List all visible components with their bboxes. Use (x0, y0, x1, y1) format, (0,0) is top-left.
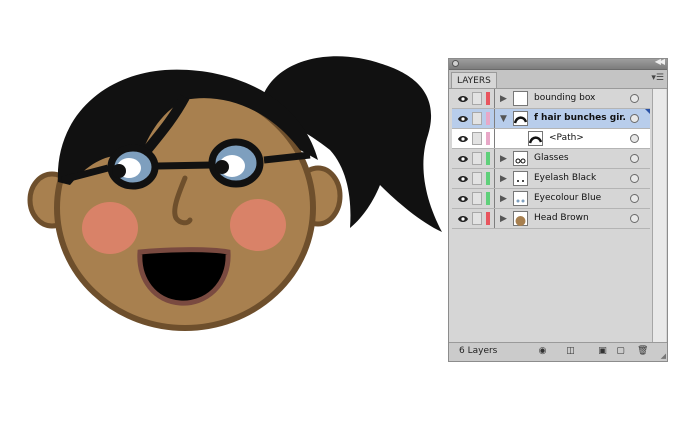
target-circle-icon[interactable] (630, 214, 639, 223)
layer-color (486, 192, 490, 205)
layer-name[interactable]: f hair bunches gir... (534, 109, 626, 128)
sublayer-row-path[interactable]: <Path> (452, 129, 650, 149)
layer-thumbnail (513, 211, 528, 226)
eye-icon[interactable] (458, 134, 468, 144)
target-circle-icon[interactable] (630, 114, 639, 123)
divider (494, 149, 495, 168)
lock-toggle[interactable] (472, 172, 482, 185)
layer-name[interactable]: Glasses (534, 149, 626, 168)
panel-titlebar[interactable]: ◀◀ (449, 57, 667, 70)
layer-color (486, 92, 490, 105)
eye-icon[interactable] (458, 94, 468, 104)
layer-color (486, 112, 490, 125)
layer-row-head-brown[interactable]: ▶ Head Brown (452, 209, 650, 229)
collapse-triangle-icon[interactable]: ▼ (500, 112, 507, 126)
expand-triangle-icon[interactable]: ▶ (500, 192, 507, 206)
layer-name[interactable]: bounding box (534, 89, 626, 108)
resize-grip-icon[interactable]: ◢ (661, 352, 666, 360)
layer-color (486, 152, 490, 165)
layer-thumbnail (513, 191, 528, 206)
eye-icon[interactable] (458, 154, 468, 164)
layer-thumbnail (513, 171, 528, 186)
menu-icon[interactable]: ▾☰ (651, 73, 664, 83)
layers-list: ▶ bounding box ▼ f hair bunches gir... <… (452, 89, 650, 339)
collapse-panel-icon[interactable]: ◀◀ (655, 57, 665, 66)
left-pupil (112, 164, 126, 178)
eye-icon[interactable] (458, 194, 468, 204)
layer-name[interactable]: Eyecolour Blue (534, 189, 626, 208)
layer-row-glasses[interactable]: ▶ Glasses (452, 149, 650, 169)
layer-thumbnail (513, 111, 528, 126)
layer-color (486, 132, 490, 145)
layer-thumbnail (513, 151, 528, 166)
lock-toggle[interactable] (472, 92, 482, 105)
eye-icon[interactable] (458, 174, 468, 184)
layer-thumbnail (528, 131, 543, 146)
target-circle-icon[interactable] (630, 194, 639, 203)
layer-row-eyelash-black[interactable]: ▶ Eyelash Black (452, 169, 650, 189)
eye-icon[interactable] (458, 214, 468, 224)
panel-tab-row: LAYERS ▾☰ (449, 70, 667, 89)
divider (494, 89, 495, 108)
divider (494, 129, 495, 148)
locate-object-icon[interactable]: ◉ (537, 346, 548, 357)
layer-name[interactable]: Eyelash Black (534, 169, 626, 188)
tab-layers[interactable]: LAYERS (451, 72, 497, 88)
lock-toggle[interactable] (472, 152, 482, 165)
divider (494, 189, 495, 208)
divider (494, 109, 495, 128)
layer-row-hair[interactable]: ▼ f hair bunches gir... (452, 109, 650, 129)
divider (494, 169, 495, 188)
new-sublayer-icon[interactable]: ▣ (597, 346, 608, 357)
layer-name[interactable]: <Path> (549, 129, 641, 148)
close-icon[interactable] (452, 60, 459, 67)
lock-toggle[interactable] (472, 212, 482, 225)
target-circle-icon[interactable] (630, 134, 639, 143)
panel-footer: 6 Layers ◉ ◫ ▣ ▢ 🗑 ◢ (449, 342, 667, 361)
target-circle-icon[interactable] (630, 174, 639, 183)
target-circle-icon[interactable] (630, 154, 639, 163)
divider (494, 209, 495, 228)
layer-count: 6 Layers (459, 346, 498, 356)
lock-toggle[interactable] (472, 112, 482, 125)
layer-color (486, 172, 490, 185)
lock-toggle[interactable] (472, 192, 482, 205)
expand-triangle-icon[interactable]: ▶ (500, 172, 507, 186)
left-cheek (82, 202, 138, 254)
layer-thumbnail (513, 91, 528, 106)
expand-triangle-icon[interactable]: ▶ (500, 92, 507, 106)
make-clip-mask-icon[interactable]: ◫ (565, 346, 576, 357)
right-pupil (215, 160, 229, 174)
expand-triangle-icon[interactable]: ▶ (500, 212, 507, 226)
layer-row-bounding-box[interactable]: ▶ bounding box (452, 89, 650, 109)
layer-name[interactable]: Head Brown (534, 209, 626, 228)
expand-triangle-icon[interactable]: ▶ (500, 152, 507, 166)
layer-row-eyecolour-blue[interactable]: ▶ Eyecolour Blue (452, 189, 650, 209)
trash-icon[interactable]: 🗑 (637, 346, 648, 357)
right-cheek (230, 199, 286, 251)
new-layer-icon[interactable]: ▢ (615, 346, 626, 357)
lock-toggle[interactable] (472, 132, 482, 145)
selection-indicator (645, 109, 650, 114)
layer-color (486, 212, 490, 225)
vertical-scrollbar[interactable] (652, 89, 666, 345)
eye-icon[interactable] (458, 114, 468, 124)
target-circle-icon[interactable] (630, 94, 639, 103)
layers-panel: ◀◀ LAYERS ▾☰ ▶ bounding box ▼ f hair bun… (448, 57, 668, 362)
